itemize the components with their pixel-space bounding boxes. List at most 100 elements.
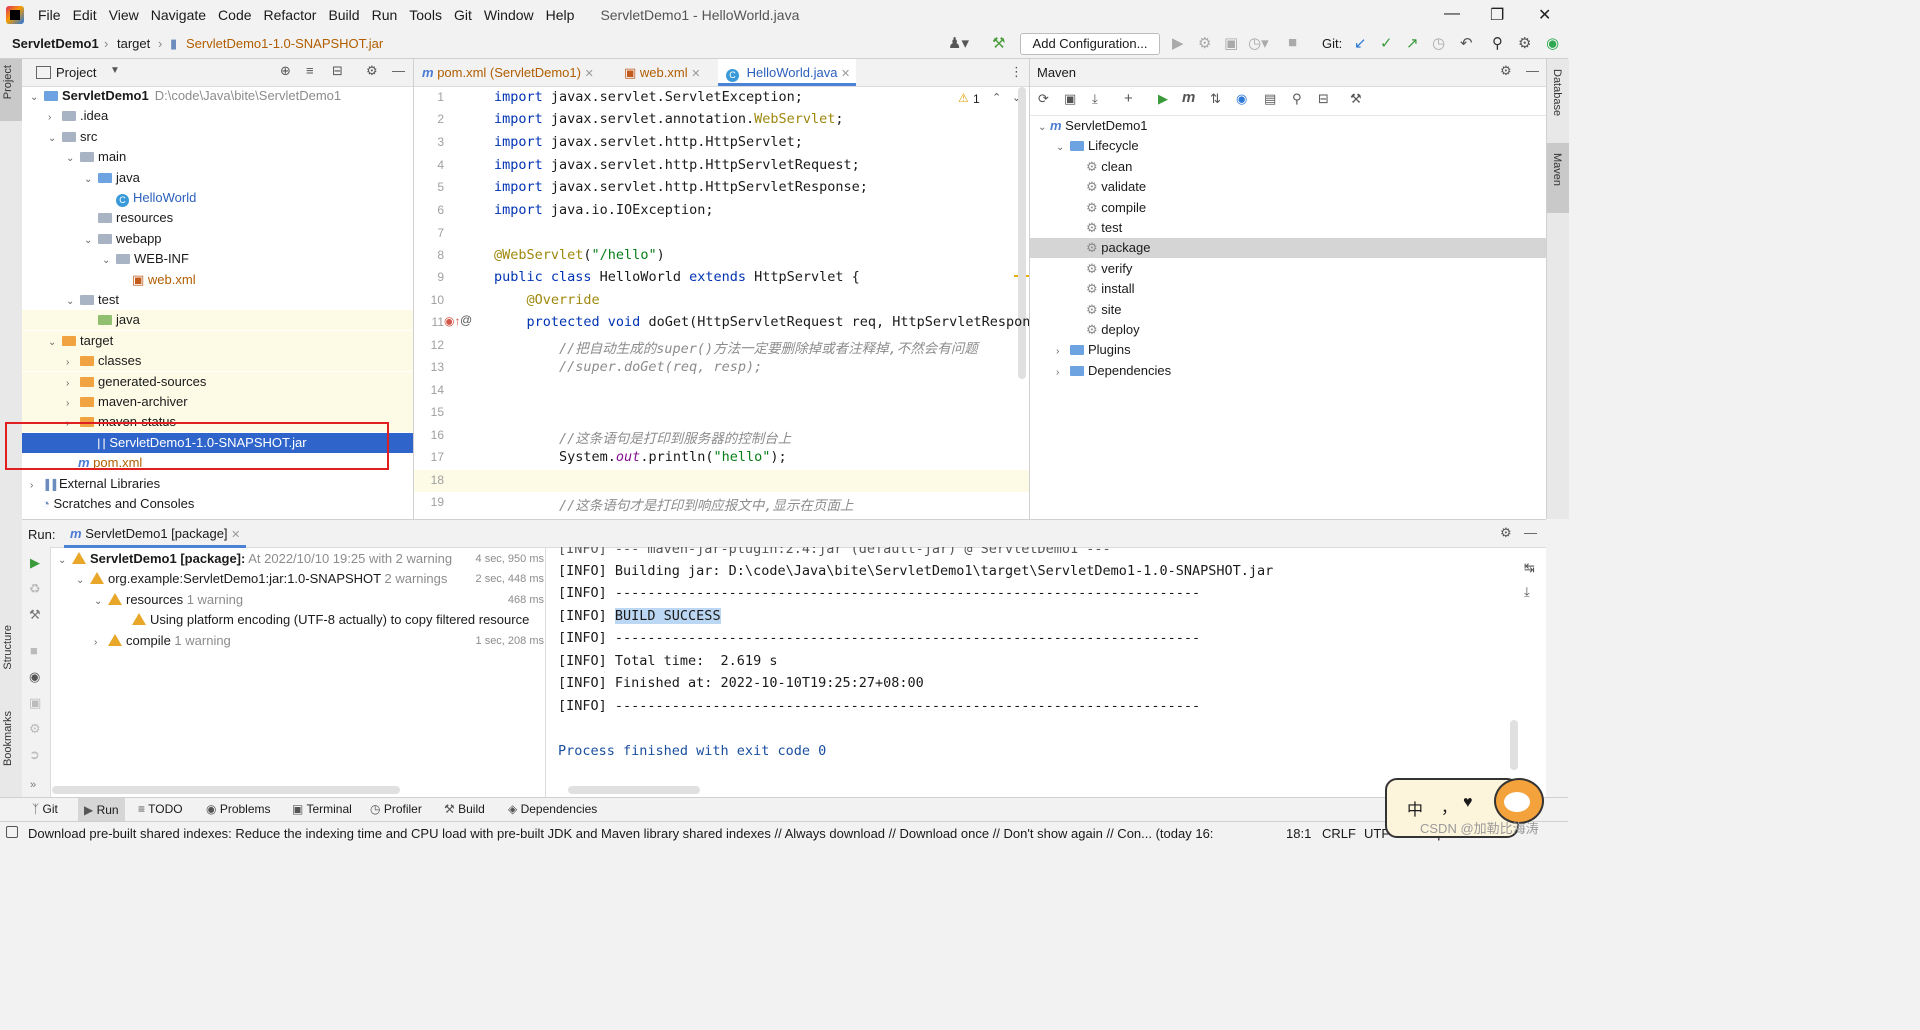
maven-tree-item[interactable]: ⚙ validate	[1030, 177, 1546, 197]
download-icon[interactable]: ⤓	[1092, 91, 1098, 107]
console-output[interactable]: [INFO] --- maven-jar-plugin:2.4:jar (def…	[22, 547, 1522, 798]
project-tree-item[interactable]: › ▐▐ External Libraries	[22, 474, 413, 494]
close-icon[interactable]: ✕	[1538, 5, 1551, 25]
maven-settings-icon[interactable]: ⚙	[1500, 63, 1512, 79]
search-icon[interactable]: ⚲	[1292, 91, 1302, 107]
maximize-icon[interactable]: ❐	[1490, 5, 1504, 25]
minimize-icon[interactable]: —	[1444, 5, 1460, 23]
maven-tree-item[interactable]: ⚙ install	[1030, 279, 1546, 299]
chevron-right-icon[interactable]: ›	[66, 353, 78, 373]
skin-icon[interactable]: ♥	[1463, 794, 1473, 812]
maven-tree-item[interactable]: ⚙ compile	[1030, 198, 1546, 218]
menu-git[interactable]: Git	[448, 7, 478, 23]
collapse-all-icon[interactable]: ⊟	[1318, 91, 1329, 107]
maven-tree-item[interactable]: ⚙ verify	[1030, 259, 1546, 279]
git-update-icon[interactable]: ↙	[1354, 34, 1367, 52]
project-tree-item[interactable]: › .idea	[22, 106, 413, 126]
chevron-down-icon[interactable]: ⌄	[48, 129, 60, 149]
maven-tree-item[interactable]: › Plugins	[1030, 340, 1546, 360]
menu-view[interactable]: View	[103, 7, 145, 23]
project-tree-item[interactable]: ⌄ test	[22, 290, 413, 310]
project-tree-item[interactable]: ◔ Scratches and Consoles	[22, 494, 413, 514]
menu-file[interactable]: File	[32, 7, 67, 23]
punctuation-icon[interactable]: ，	[1441, 794, 1457, 818]
tool-tab-dependencies[interactable]: ◈ Dependencies	[508, 802, 597, 816]
tool-tab-run[interactable]: ▶ Run	[78, 798, 125, 822]
line-number[interactable]: 1	[414, 90, 444, 104]
search-icon[interactable]: ⚲	[1492, 34, 1503, 52]
chevron-down-icon[interactable]: ▼	[110, 65, 120, 76]
chevron-down-icon[interactable]: ⌄	[84, 170, 96, 190]
toggle-offline-icon[interactable]: ⇅	[1210, 91, 1221, 107]
chevron-down-icon[interactable]: ⌄	[66, 292, 78, 312]
event-log-icon[interactable]	[6, 826, 18, 838]
override-gutter-icon[interactable]: ◉↑	[444, 314, 460, 328]
line-number[interactable]: 2	[414, 112, 444, 126]
editor-scrollbar[interactable]	[1018, 87, 1026, 379]
warning-count[interactable]: 1	[973, 92, 980, 106]
locate-icon[interactable]: ⊕	[280, 63, 291, 79]
status-message[interactable]: Download pre-built shared indexes: Reduc…	[28, 826, 1260, 841]
maven-tree-item[interactable]: ⚙ clean	[1030, 157, 1546, 177]
project-tree-item[interactable]: ⌄ java	[22, 168, 413, 188]
maven-tree-item[interactable]: ⚙ deploy	[1030, 320, 1546, 340]
execute-goal-icon[interactable]: m	[1182, 89, 1195, 106]
breadcrumb-target[interactable]: target	[117, 36, 150, 51]
ime-mode-label[interactable]: 中	[1407, 796, 1423, 820]
project-tree-item[interactable]: ⌄ ServletDemo1 D:\code\Java\bite\ServletDe…	[22, 86, 413, 106]
menu-help[interactable]: Help	[540, 7, 581, 23]
run-icon[interactable]: ▶	[1172, 34, 1184, 52]
line-number[interactable]: 15	[414, 405, 444, 419]
hide-panel-icon[interactable]: —	[1526, 63, 1539, 78]
line-number[interactable]: 5	[414, 180, 444, 194]
collapse-all-icon[interactable]: ⊟	[332, 63, 343, 79]
line-number[interactable]: 12	[414, 338, 444, 352]
chevron-right-icon[interactable]: ›	[30, 476, 42, 496]
menu-tools[interactable]: Tools	[403, 7, 448, 23]
breadcrumb-project[interactable]: ServletDemo1	[12, 36, 99, 51]
chevron-right-icon[interactable]: ›	[48, 108, 60, 128]
expand-all-icon[interactable]: ≡	[306, 63, 314, 78]
chevron-down-icon[interactable]: ⌄	[66, 149, 78, 169]
git-history-icon[interactable]: ◷	[1432, 34, 1445, 52]
skip-tests-icon[interactable]: ◉	[1236, 91, 1247, 107]
chevron-down-icon[interactable]: ⌄	[84, 231, 96, 251]
more-tabs-icon[interactable]: ⋮	[1010, 64, 1023, 80]
project-tree-item[interactable]: ⌄ webapp	[22, 229, 413, 249]
line-number[interactable]: 17	[414, 450, 444, 464]
tab-pom-xml[interactable]: m pom.xml (ServletDemo1) ✕	[422, 59, 594, 86]
line-number[interactable]: 7	[414, 226, 444, 240]
project-tree-item[interactable]: ⌄ target	[22, 330, 413, 351]
profile-icon[interactable]: ◷▾	[1248, 34, 1269, 52]
rollback-icon[interactable]: ↶	[1460, 34, 1473, 52]
chevron-right-icon[interactable]: ›	[66, 374, 78, 394]
git-commit-icon[interactable]: ✓	[1380, 34, 1393, 52]
project-tree-item[interactable]: C HelloWorld	[22, 188, 413, 208]
line-number[interactable]: 8	[414, 248, 444, 262]
line-number[interactable]: 3	[414, 135, 444, 149]
chevron-down-icon[interactable]: ⌄	[1038, 118, 1050, 138]
line-number[interactable]: 10	[414, 293, 444, 307]
project-tree-item[interactable]: ⌄ src	[22, 127, 413, 147]
project-tree-item[interactable]: resources	[22, 208, 413, 228]
side-tab-project[interactable]: Project	[2, 65, 14, 99]
breadcrumb-jar[interactable]: ServletDemo1-1.0-SNAPSHOT.jar	[186, 36, 383, 51]
run-tab[interactable]: m ServletDemo1 [package] ✕	[64, 520, 247, 548]
menu-refactor[interactable]: Refactor	[258, 7, 323, 23]
plugin-icon[interactable]: ◉	[1546, 34, 1559, 52]
maven-tree-item[interactable]: › Dependencies	[1030, 361, 1546, 381]
tool-tab-build[interactable]: ⚒ Build	[444, 802, 485, 816]
hide-panel-icon[interactable]: —	[392, 63, 405, 78]
maven-tree-item[interactable]: ⚙ test	[1030, 218, 1546, 238]
add-icon[interactable]: +	[1124, 90, 1133, 107]
menu-navigate[interactable]: Navigate	[145, 7, 212, 23]
menu-build[interactable]: Build	[322, 7, 365, 23]
soft-wrap-icon[interactable]: ↹	[1524, 560, 1535, 576]
console-scrollbar[interactable]	[1510, 720, 1518, 770]
reload-icon[interactable]: ⟳	[1038, 91, 1049, 107]
project-tree-item[interactable]: › generated-sources	[22, 371, 413, 394]
close-tab-icon[interactable]: ✕	[231, 529, 240, 541]
previous-highlight-icon[interactable]: ⌃	[992, 91, 1001, 104]
scroll-to-end-icon[interactable]: ⤓	[1524, 584, 1530, 600]
project-tree-item[interactable]: › maven-archiver	[22, 392, 413, 412]
